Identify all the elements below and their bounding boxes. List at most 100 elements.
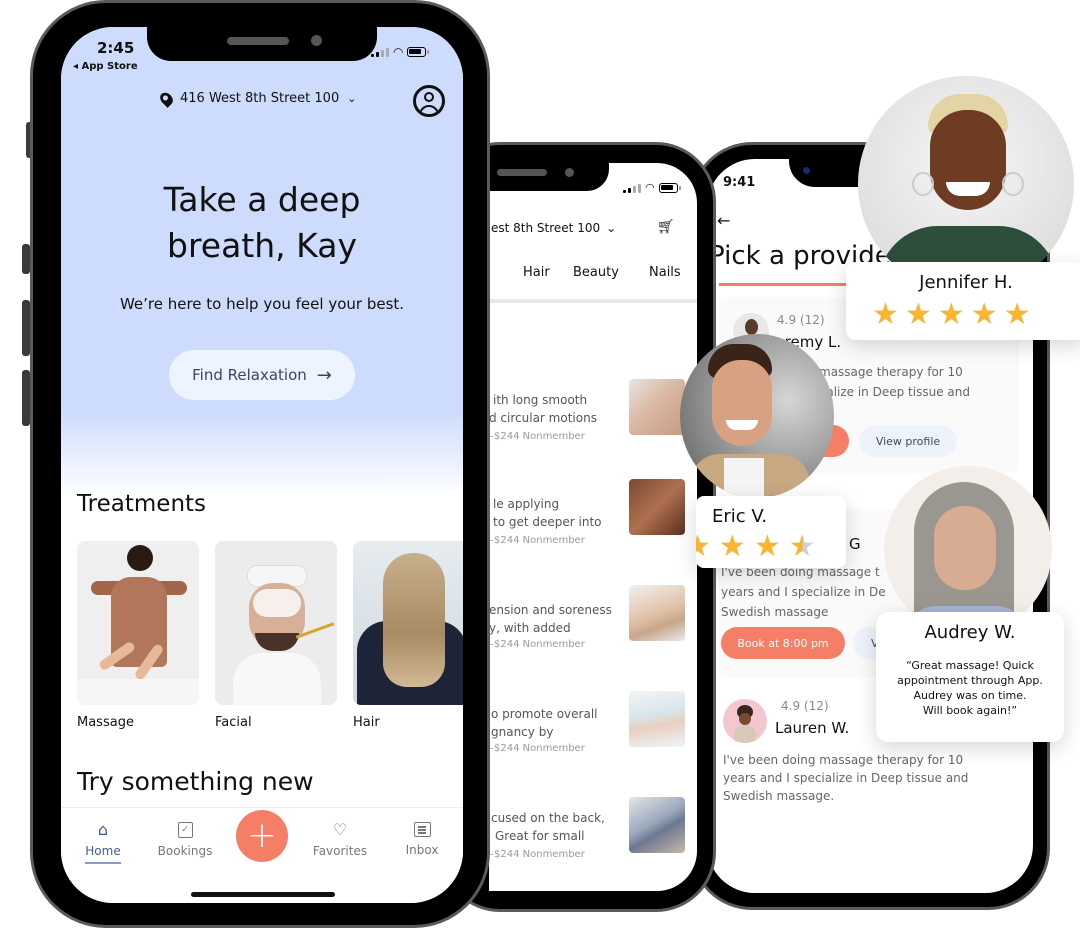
location-selector[interactable]: est 8th Street 100 ⌄ <box>491 221 616 235</box>
view-profile-button[interactable]: View profile <box>859 425 957 457</box>
star-icon: ★ <box>753 529 781 564</box>
hero-subtitle: We’re here to help you feel your best. <box>119 295 405 313</box>
chevron-down-icon: ⌄ <box>606 221 617 235</box>
jennifer-rating-card: Jennifer H. ★ ★ ★ ★ ★ <box>846 262 1080 340</box>
speaker-grille <box>497 169 547 176</box>
wifi-icon: ◠ <box>645 181 655 194</box>
location-selector[interactable]: 416 West 8th Street 100 ⌄ <box>157 89 357 108</box>
tab-home[interactable]: ⌂ Home <box>81 822 125 864</box>
star-rating: ★ ★ ★ ★ ★ <box>872 300 1031 330</box>
category-tab[interactable]: Beauty <box>573 265 619 280</box>
service-screen: ◠ est 8th Street 100 ⌄ 🛒︎ Hair Beauty Na… <box>489 163 697 891</box>
service-thumbnail <box>629 379 685 435</box>
provider-rating: 4.9 (12) <box>781 699 829 713</box>
tab-label: Favorites <box>312 844 368 858</box>
tab-bookings[interactable]: ✓ Bookings <box>153 822 217 858</box>
camera-dot <box>803 167 810 174</box>
reviewer-name: Eric V. <box>712 506 768 527</box>
phone-notch <box>489 157 609 191</box>
provider-bio-line: Swedish massage. <box>723 789 835 803</box>
location-address: est 8th Street 100 <box>491 221 601 235</box>
reviewer-name: Audrey W. <box>924 622 1016 643</box>
signal-icon <box>623 184 641 193</box>
tab-label: Home <box>85 844 121 858</box>
provider-bio-line: massage therapy for 10 <box>819 365 963 379</box>
status-time: 9:41 <box>723 175 756 190</box>
camera-dot <box>565 168 574 177</box>
category-tab[interactable]: Nails <box>649 265 681 280</box>
tab-label: Inbox <box>405 843 439 857</box>
status-icons: ◠ <box>371 45 430 59</box>
massage-photo <box>77 541 199 705</box>
chevron-down-icon: ⌄ <box>347 92 357 105</box>
treatment-label: Hair <box>353 715 380 730</box>
inbox-icon <box>413 822 431 837</box>
service-price: –$244 Nonmember <box>489 639 585 650</box>
star-icon: ★ <box>904 297 932 332</box>
hero-title-line: Take a deep <box>163 180 361 219</box>
camera-dot <box>311 35 322 46</box>
category-tab[interactable]: Hair <box>523 265 550 280</box>
profile-avatar-icon[interactable] <box>413 85 445 117</box>
service-price: –$244 Nonmember <box>489 849 585 860</box>
bottom-tab-bar: ⌂ Home ✓ Bookings + ♡ Favorites Inbox <box>61 807 463 903</box>
star-icon: ★ <box>1003 297 1031 332</box>
facial-photo <box>215 541 337 705</box>
home-screen: 2:45 ◂ App Store ◠ 416 West 8th Street 1… <box>61 27 463 903</box>
star-icon: ★ <box>872 297 899 332</box>
star-icon: ★ <box>696 529 711 564</box>
back-to-app-store[interactable]: ◂ App Store <box>73 61 138 72</box>
service-desc: to get deeper into <box>493 515 602 529</box>
battery-icon <box>407 47 430 57</box>
star-icon: ★ <box>718 529 746 564</box>
audrey-portrait <box>884 466 1052 634</box>
status-time: 2:45 <box>97 39 135 57</box>
book-button[interactable]: Book at 8:00 pm <box>721 627 845 659</box>
service-desc: y, with added <box>489 621 571 635</box>
provider-bio-line: Swedish massage <box>721 605 829 619</box>
tab-inbox[interactable]: Inbox <box>397 822 447 857</box>
service-item[interactable]: le applying to get deeper into –$244 Non… <box>489 479 697 549</box>
phone-notch <box>147 25 377 61</box>
eric-portrait <box>680 334 834 498</box>
back-arrow-icon[interactable]: ← <box>717 211 730 230</box>
service-item[interactable]: ith long smooth d circular motions –$244… <box>489 373 697 443</box>
eric-rating-card: Eric V. ★ ★ ★ ★ <box>696 496 846 568</box>
service-price: –$244 Nonmember <box>489 535 585 546</box>
provider-name: Lauren W. <box>775 719 850 737</box>
home-indicator <box>191 892 335 897</box>
side-button <box>22 244 30 274</box>
cart-icon[interactable]: 🛒︎ <box>657 219 675 235</box>
star-icon: ★ <box>970 297 998 332</box>
provider-rating: 4.9 (12) <box>777 313 825 327</box>
treatment-label: Facial <box>215 715 252 730</box>
review-line: appointment through App. <box>897 674 1043 687</box>
hair-photo <box>353 541 463 705</box>
treatment-card-massage[interactable]: Massage <box>77 541 199 735</box>
service-item[interactable]: ension and soreness y, with added –$244 … <box>489 583 697 653</box>
treatment-card-facial[interactable]: Facial <box>215 541 337 735</box>
service-desc: d circular motions <box>489 411 597 425</box>
review-text: “Great massage! Quick appointment throug… <box>876 658 1064 718</box>
star-icon: ★ <box>937 297 965 332</box>
treatment-card-hair[interactable]: Hair <box>353 541 463 735</box>
service-price: –$244 Nonmember <box>489 743 585 754</box>
heart-icon: ♡ <box>332 820 348 839</box>
tab-favorites[interactable]: ♡ Favorites <box>307 820 373 859</box>
service-item[interactable]: o promote overall gnancy by –$244 Nonmem… <box>489 687 697 757</box>
treatment-label: Massage <box>77 715 134 730</box>
star-half-icon: ★ <box>788 529 816 564</box>
wifi-icon: ◠ <box>393 45 404 59</box>
service-item[interactable]: cused on the back, Great for small –$244… <box>489 793 697 863</box>
find-relaxation-button[interactable]: Find Relaxation → <box>169 350 355 400</box>
hero-title: Take a deep breath, Kay <box>61 177 463 269</box>
review-line: Audrey was on time. <box>913 689 1027 702</box>
speaker-grille <box>227 37 289 45</box>
service-desc: ith long smooth <box>493 393 588 407</box>
provider-bio-line: I've been doing massage therapy for 10 <box>723 753 964 767</box>
provider-bio-line: years and I specialize in De <box>721 585 886 599</box>
service-thumbnail <box>629 797 685 853</box>
service-desc: le applying <box>493 497 560 511</box>
phone-home: 2:45 ◂ App Store ◠ 416 West 8th Street 1… <box>30 0 490 928</box>
add-booking-button[interactable]: + <box>236 810 288 862</box>
